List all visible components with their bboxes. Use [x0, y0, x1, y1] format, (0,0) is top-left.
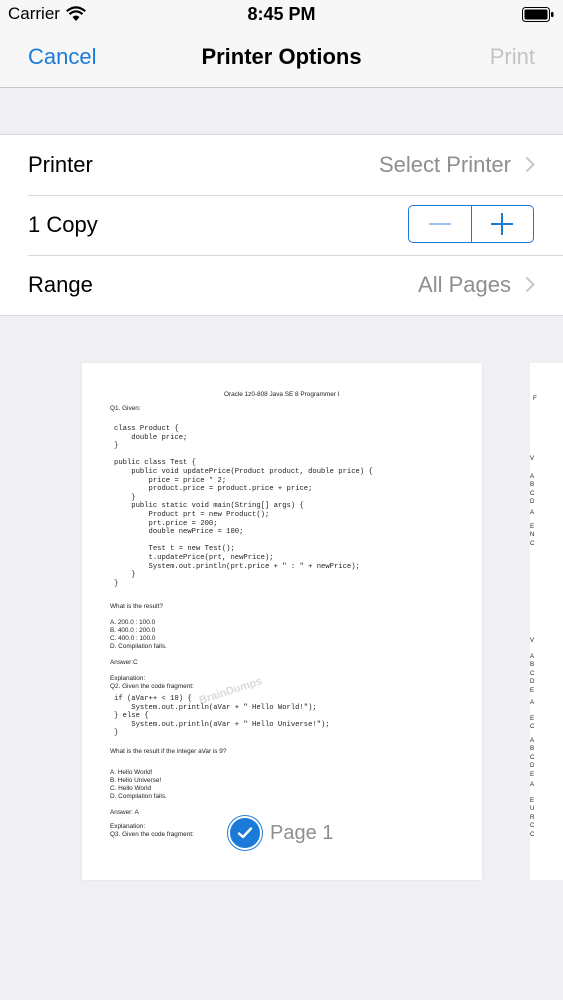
code-block-1: class Product { double price; } public c…	[114, 425, 373, 588]
answer-option: D. Compilation fails.	[110, 793, 167, 800]
code-line: } else {	[114, 712, 149, 721]
code-line: prt.price = 200;	[114, 519, 218, 528]
copies-label: 1 Copy	[28, 212, 98, 237]
page-text-fragment: E U R C C	[530, 797, 535, 838]
checkmark-icon[interactable]	[228, 816, 262, 850]
code-line: Test t = new Test();	[114, 545, 235, 554]
printer-row[interactable]: Printer Select Printer	[0, 135, 563, 195]
battery-icon	[522, 7, 554, 22]
page-text-fragment: A B C D E	[530, 737, 535, 778]
code-line: t.updatePrice(prt, newPrice);	[114, 553, 274, 562]
question-2-prompt: What is the result if the integer aVar i…	[110, 748, 227, 755]
page-number-label: Page 1	[270, 821, 334, 844]
printer-value: Select Printer	[378, 152, 511, 177]
code-line: }	[114, 493, 136, 502]
page-title: Printer Options	[201, 44, 362, 69]
code-line: class Product {	[114, 425, 179, 433]
code-line: Product prt = new Product();	[114, 510, 270, 519]
decrement-button[interactable]	[409, 206, 471, 242]
next-page-preview[interactable]: F V A B C D A E N C V A B C D E A E C A …	[530, 363, 563, 880]
status-bar: Carrier 8:45 PM	[0, 0, 563, 30]
code-line: public class Test {	[114, 459, 196, 468]
code-line: }	[114, 442, 119, 451]
code-line: double newPrice = 100;	[114, 528, 244, 537]
page-text-fragment: A B C D	[530, 473, 535, 506]
navigation-bar: Cancel Printer Options Print	[0, 30, 563, 88]
range-label: Range	[28, 272, 93, 297]
page-text-fragment: A	[530, 781, 535, 788]
increment-button[interactable]	[472, 206, 534, 242]
range-row[interactable]: Range All Pages	[0, 255, 563, 315]
plus-icon	[491, 213, 514, 235]
answer-text: Answer:C	[110, 659, 138, 666]
question-1-prompt: What is the result?	[110, 603, 163, 610]
page-text-fragment: A	[530, 509, 535, 516]
code-line: System.out.println(prt.price + " : " + n…	[114, 562, 360, 571]
code-line: }	[114, 579, 119, 588]
question-1: Q1. Given:	[110, 405, 141, 412]
page-text-fragment: A	[530, 699, 535, 706]
code-line: double price;	[114, 433, 188, 442]
page-text-fragment: V	[530, 455, 535, 462]
print-button[interactable]: Print	[490, 44, 535, 70]
clock: 8:45 PM	[247, 4, 316, 24]
answer-text: Answer: A	[110, 809, 139, 816]
range-value: All Pages	[418, 272, 511, 297]
page-preview[interactable]: Oracle 1z0-808 Java SE 8 Programmer I Q1…	[82, 363, 482, 880]
printer-label: Printer	[28, 152, 93, 177]
page-text-fragment: V	[530, 637, 535, 644]
page-text-fragment: E N C	[530, 523, 535, 547]
question-2: Q2. Given the code fragment:	[110, 683, 194, 690]
page-text-fragment: F	[533, 395, 537, 402]
printer-settings-group: Printer Select Printer 1 Copy Range All …	[0, 134, 563, 316]
code-line: price = price * 2;	[114, 476, 227, 485]
code-line: public void updatePrice(Product product,…	[114, 467, 373, 476]
code-block-2: if (aVar++ < 10) { System.out.println(aV…	[114, 695, 330, 738]
code-line: System.out.println(aVar + " Hello World!…	[114, 703, 317, 712]
copies-stepper[interactable]	[408, 205, 534, 243]
document-header: Oracle 1z0-808 Java SE 8 Programmer I	[224, 391, 340, 398]
chevron-right-icon	[525, 156, 535, 173]
minus-icon	[428, 223, 451, 225]
answer-option: D. Compilation fails.	[110, 643, 167, 650]
code-line: }	[114, 729, 119, 738]
code-line: public static void main(String[] args) {	[114, 502, 304, 511]
code-line: product.price = product.price + price;	[114, 485, 313, 494]
chevron-right-icon	[525, 276, 535, 293]
question-3: Q3. Given the code fragment:	[110, 831, 194, 838]
page-text-fragment: E C	[530, 715, 535, 731]
page-text-fragment: A B C D E	[530, 653, 535, 694]
code-line: }	[114, 571, 136, 580]
code-line: System.out.println(aVar + " Hello Univer…	[114, 720, 330, 729]
page-selection-badge[interactable]: Page 1	[228, 816, 334, 850]
